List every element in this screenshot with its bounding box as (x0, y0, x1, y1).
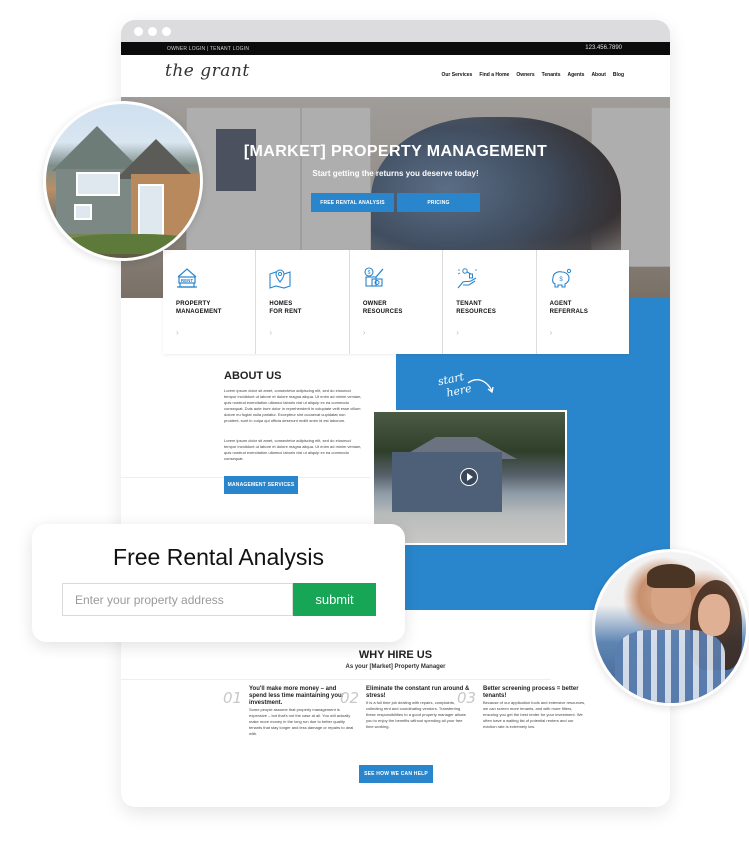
curved-arrow-icon (467, 379, 494, 394)
house-photo-circle (43, 101, 203, 261)
see-how-we-can-help-button[interactable]: SEE HOW WE CAN HELP (359, 765, 433, 783)
house-image (392, 452, 502, 512)
feature-number: 02 (340, 689, 360, 707)
money-documents-icon: $ (364, 267, 384, 287)
card-title: HOMES FOR RENT (269, 300, 301, 316)
feature-item: 02 Eliminate the constant run around & s… (340, 686, 471, 730)
feature-item: 01 You'll make more money – and spend le… (223, 686, 354, 737)
house-window-image (138, 184, 164, 236)
card-homes-for-rent[interactable]: HOMES FOR RENT › (256, 250, 350, 354)
shrub-image (66, 234, 196, 254)
card-title-line: RESOURCES (456, 309, 497, 315)
feature-heading: You'll make more money – and spend less … (249, 686, 345, 706)
about-paragraph: Lorem ipsum dolor sit amet, consectetur … (224, 388, 362, 423)
about-title: ABOUT US (224, 370, 282, 382)
submit-button[interactable]: submit (293, 583, 376, 616)
rent-house-icon: RENT (177, 268, 197, 288)
chevron-right-icon[interactable]: › (363, 328, 366, 337)
feature-heading: Eliminate the constant run around & stre… (366, 686, 470, 699)
nav-item-agents[interactable]: Agents (567, 72, 584, 78)
about-paragraph: Lorem ipsum dolor sit amet, consectetur … (224, 438, 362, 461)
card-property-management[interactable]: RENT PROPERTY MANAGEMENT › (163, 250, 257, 354)
feature-number: 03 (457, 689, 477, 707)
card-title-line: MANAGEMENT (176, 309, 222, 315)
login-links[interactable]: OWNER LOGIN | TENANT LOGIN (167, 46, 249, 52)
nav-item-tenants[interactable]: Tenants (542, 72, 561, 78)
house-window-image (74, 204, 92, 220)
service-cards: RENT PROPERTY MANAGEMENT › HOMES FOR REN… (163, 250, 629, 354)
chevron-right-icon[interactable]: › (176, 328, 179, 337)
site-logo[interactable]: the grant (165, 61, 250, 81)
why-hire-us-title: WHY HIRE US (358, 649, 433, 661)
free-rental-analysis-button[interactable]: FREE RENTAL ANALYSIS (311, 193, 394, 212)
card-agent-referrals[interactable]: $ AGENT REFERRALS › (537, 250, 629, 354)
card-title: TENANT RESOURCES (456, 300, 496, 316)
main-nav: Our Services Find a Home Owners Tenants … (441, 72, 624, 78)
nav-item-blog[interactable]: Blog (613, 72, 624, 78)
free-rental-analysis-card: Free Rental Analysis submit (32, 524, 405, 642)
card-title-line: REFERRALS (549, 309, 589, 315)
top-bar: OWNER LOGIN | TENANT LOGIN 123.456.7890 (121, 42, 670, 55)
man-hair-image (647, 564, 695, 588)
chevron-right-icon[interactable]: › (550, 328, 553, 337)
nav-item-our-services[interactable]: Our Services (441, 72, 472, 78)
chevron-right-icon[interactable]: › (456, 328, 459, 337)
card-title: AGENT REFERRALS (550, 300, 588, 316)
navbar: the grant Our Services Find a Home Owner… (121, 55, 670, 97)
feature-item: 03 Better screening process = better ten… (457, 686, 588, 730)
feature-body: Some people assume that property managem… (249, 707, 354, 736)
hero-title: [MARKET] PROPERTY MANAGEMENT (243, 143, 548, 160)
card-title-line: AGENT (549, 301, 572, 307)
nav-item-about[interactable]: About (591, 72, 605, 78)
play-icon[interactable] (460, 468, 478, 486)
feature-heading: Better screening process = better tenant… (483, 686, 579, 699)
phone-number[interactable]: 123.456.7890 (585, 45, 622, 51)
pricing-button[interactable]: PRICING (397, 193, 480, 212)
divider (121, 679, 551, 680)
why-hire-us-subtitle: As your [Market] Property Manager (345, 664, 446, 670)
hero-buttons: FREE RENTAL ANALYSIS PRICING (311, 193, 480, 212)
window-dot-icon (148, 27, 157, 36)
feature-number: 01 (223, 689, 243, 707)
browser-window: OWNER LOGIN | TENANT LOGIN 123.456.7890 … (121, 20, 670, 807)
plaid-shirt-image (615, 630, 725, 703)
house-gable-image (52, 126, 142, 171)
card-title-line: RESOURCES (362, 309, 403, 315)
key-hand-icon (457, 268, 478, 289)
card-title-line: TENANT (456, 301, 482, 307)
card-title-line: FOR RENT (269, 309, 302, 315)
woman-face-image (698, 594, 730, 636)
svg-text:RENT: RENT (181, 278, 194, 283)
video-thumbnail[interactable] (372, 410, 567, 545)
rental-card-title: Free Rental Analysis (113, 544, 324, 570)
card-title-line: HOMES (269, 301, 293, 307)
map-pin-icon (269, 269, 291, 289)
nav-item-owners[interactable]: Owners (516, 72, 534, 78)
card-title: PROPERTY MANAGEMENT (176, 300, 222, 316)
browser-chrome (121, 20, 670, 42)
card-tenant-resources[interactable]: TENANT RESOURCES › (443, 250, 537, 354)
svg-text:$: $ (559, 277, 563, 283)
feature-body: Because of our application tools and ext… (483, 700, 586, 729)
management-services-button[interactable]: MANAGEMENT SERVICES (224, 476, 298, 494)
card-title: OWNER RESOURCES (363, 300, 403, 316)
couple-photo-circle (592, 549, 749, 706)
feature-body: It is a full time job dealing with repai… (366, 700, 466, 729)
window-dot-icon (134, 27, 143, 36)
chevron-right-icon[interactable]: › (269, 328, 272, 337)
nav-item-find-a-home[interactable]: Find a Home (479, 72, 509, 78)
card-title-line: OWNER (362, 301, 387, 307)
hero-subtitle: Start getting the returns you deserve to… (312, 169, 479, 178)
piggy-bank-icon: $ (551, 268, 571, 288)
window-dot-icon (162, 27, 171, 36)
svg-text:$: $ (367, 270, 370, 276)
property-address-input[interactable] (62, 583, 293, 616)
house-window-image (76, 172, 120, 196)
card-owner-resources[interactable]: $ OWNER RESOURCES › (350, 250, 444, 354)
card-title-line: PROPERTY (176, 301, 211, 307)
